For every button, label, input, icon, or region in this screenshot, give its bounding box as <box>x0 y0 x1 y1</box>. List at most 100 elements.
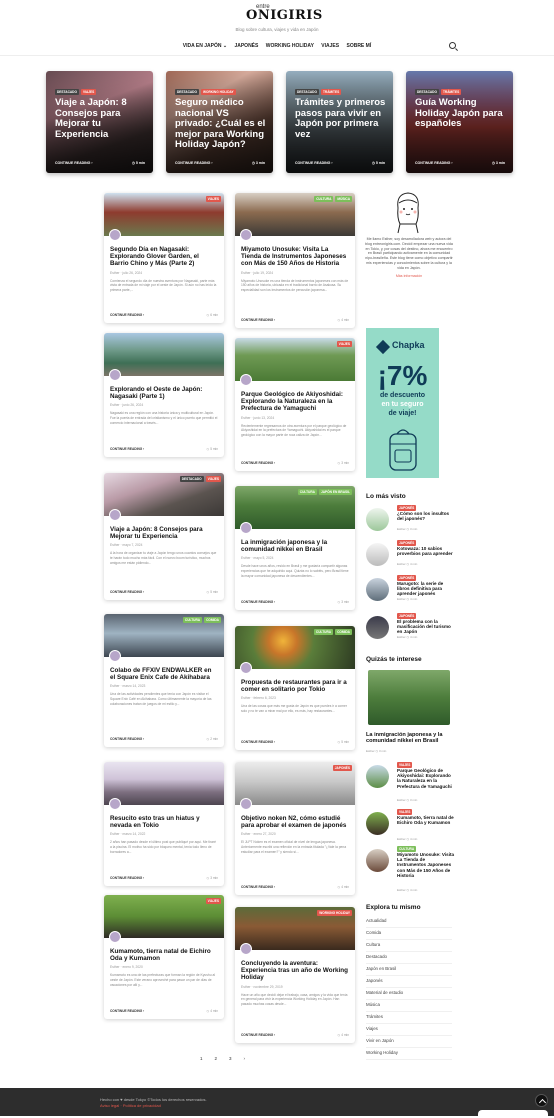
thumbnail[interactable] <box>366 812 389 835</box>
badge[interactable]: COMIDA <box>204 617 221 623</box>
featured-card[interactable]: DESTACADO VIAJES Viaje a Japón: 8 Consejo… <box>46 71 153 173</box>
post-title[interactable]: Kumamoto, tierra natal de Eichiro Oda y … <box>110 948 218 962</box>
legal-links[interactable]: Aviso legal · Política de privacidad <box>100 1103 161 1108</box>
post-author[interactable]: Esther <box>241 832 251 836</box>
continue-reading-link[interactable]: CONTINUE READING › <box>241 318 275 322</box>
featured-card[interactable]: DESTACADO TRÁMITES Guía Working Holiday J… <box>406 71 513 173</box>
post-image[interactable]: CULTURA JAPÓN EN BRASIL <box>235 486 355 529</box>
page-3[interactable]: 3 <box>229 1056 232 1061</box>
most-viewed-item[interactable]: JAPONÉS El problema con la masificación … <box>366 613 456 639</box>
post-card[interactable]: CULTURA COMIDA Colabo de FFXIV ENDWALKER … <box>104 614 224 747</box>
category-link[interactable]: Cultura <box>366 942 452 952</box>
badge[interactable]: DESTACADO <box>179 476 204 482</box>
category-link[interactable]: Japonés <box>366 978 452 988</box>
category-link[interactable]: Material de estudio <box>366 990 452 1000</box>
badge[interactable]: VIAJES <box>205 898 221 904</box>
category-link[interactable]: Actualidad <box>366 918 452 928</box>
post-image[interactable]: VIAJES <box>235 338 355 381</box>
featured-card[interactable]: DESTACADO TRÁMITES Trámites y primeros pa… <box>286 71 393 173</box>
post-image[interactable]: VIAJES <box>104 895 224 938</box>
post-author[interactable]: Esther <box>241 696 251 700</box>
category-link[interactable]: Trámites <box>366 1014 452 1024</box>
interest-item[interactable]: VIAJES Kumamoto, tierra natal de Eichiro… <box>366 809 456 841</box>
post-author[interactable]: Esther <box>110 403 120 407</box>
post-author[interactable]: Esther <box>241 556 251 560</box>
badge[interactable]: DESTACADO <box>415 89 439 95</box>
item-title[interactable]: Marugoto: la serie de libros definitiva … <box>397 581 455 597</box>
item-author[interactable]: Esther <box>397 798 406 802</box>
post-author[interactable]: Esther <box>110 684 120 688</box>
thumbnail[interactable] <box>366 508 389 531</box>
post-image[interactable]: CULTURA COMIDA <box>235 626 355 669</box>
thumbnail[interactable] <box>366 616 389 639</box>
badge[interactable]: WORKING HOLIDAY <box>317 910 352 916</box>
badge[interactable]: VIAJES <box>336 341 352 347</box>
post-card[interactable]: VIAJES Kumamoto, tierra natal de Eichiro… <box>104 895 224 1019</box>
chat-widget[interactable] <box>478 1110 548 1118</box>
badge[interactable]: COMIDA <box>335 629 352 635</box>
post-title[interactable]: Concluyendo la aventura: Experiencia tra… <box>241 960 349 982</box>
item-author[interactable]: Esther <box>397 527 406 531</box>
next-page[interactable]: › <box>244 1056 246 1061</box>
post-image[interactable]: WORKING HOLIDAY <box>235 907 355 950</box>
category-link[interactable]: Vivir en Japón <box>366 1038 452 1048</box>
item-author[interactable]: Esther <box>366 749 375 753</box>
post-title[interactable]: Viaje a Japón: 8 Consejos para Mejorar t… <box>110 526 218 540</box>
item-author[interactable]: Esther <box>397 888 406 892</box>
badge[interactable]: TRÁMITES <box>440 89 462 95</box>
featured-title[interactable]: Viaje a Japón: 8 Consejos para Mejorar t… <box>55 97 147 140</box>
badge[interactable]: DESTACADO <box>295 89 319 95</box>
interest-item[interactable]: CULTURA Miyamoto Unosuke: Visita La Tien… <box>366 846 456 892</box>
post-title[interactable]: Objetivo noken N2, cómo estudié para apr… <box>241 815 349 829</box>
continue-reading-link[interactable]: CONTINUE READING › <box>241 740 275 744</box>
continue-reading-link[interactable]: CONTINUE READING › <box>241 461 275 465</box>
page-2[interactable]: 2 <box>215 1056 218 1061</box>
thumbnail[interactable] <box>366 578 389 601</box>
post-title[interactable]: Propuesta de restaurantes para ir a come… <box>241 679 349 693</box>
badge[interactable]: CULTURA <box>313 629 334 635</box>
category-link[interactable]: Destacado <box>366 954 452 964</box>
post-image[interactable] <box>104 762 224 805</box>
chapka-ad-banner[interactable]: Chapka ¡7% de descuento en tu seguro de … <box>366 328 439 478</box>
continue-reading-link[interactable]: CONTINUE READING › <box>55 161 93 165</box>
item-title[interactable]: Kotowaza: 10 sabios proverbios para apre… <box>397 546 455 556</box>
site-logo[interactable]: entre ONIGIRIS <box>246 4 322 22</box>
thumbnail[interactable] <box>366 849 389 872</box>
badge[interactable]: CULTURA <box>182 617 203 623</box>
post-title[interactable]: La inmigración japonesa y la comunidad n… <box>241 539 349 553</box>
post-title[interactable]: Miyamoto Unosuke: Visita La Tienda de In… <box>241 246 349 268</box>
post-title[interactable]: Resucito esto tras un hiatus y nevada en… <box>110 815 218 829</box>
badge[interactable]: TRÁMITES <box>320 89 342 95</box>
nav-working-holiday[interactable]: WORKING HOLIDAY <box>266 43 314 49</box>
post-card[interactable]: Resucito esto tras un hiatus y nevada en… <box>104 762 224 886</box>
post-card[interactable]: CULTURA COMIDA Propuesta de restaurantes … <box>235 626 355 750</box>
badge[interactable]: CULTURA <box>314 196 334 202</box>
post-author[interactable]: Esther <box>241 985 251 989</box>
page-1[interactable]: 1 <box>200 1056 203 1061</box>
featured-card[interactable]: DESTACADO WORKING HOLIDAY Seguro médico n… <box>166 71 273 173</box>
post-image[interactable]: CULTURA COMIDA <box>104 614 224 657</box>
badge[interactable]: VIAJES <box>205 196 221 202</box>
interest-item[interactable]: VIAJES Parque Geológico de Akiyoshidai: … <box>366 762 456 802</box>
interest-main-title[interactable]: La inmigración japonesa y la comunidad n… <box>366 732 456 745</box>
nav-vida-en-japon[interactable]: VIDA EN JAPÓN ⌄ <box>183 43 227 49</box>
badge[interactable]: VIAJES <box>205 476 221 482</box>
continue-reading-link[interactable]: CONTINUE READING › <box>110 447 144 451</box>
badge[interactable]: DESTACADO <box>55 89 79 95</box>
post-author[interactable]: Esther <box>110 832 120 836</box>
continue-reading-link[interactable]: CONTINUE READING › <box>110 590 144 594</box>
category-link[interactable]: Working Holiday <box>366 1050 452 1060</box>
search-icon[interactable] <box>449 42 456 49</box>
continue-reading-link[interactable]: CONTINUE READING › <box>110 737 144 741</box>
badge[interactable]: WORKING HOLIDAY <box>200 89 236 95</box>
most-viewed-item[interactable]: JAPONÉS Kotowaza: 10 sabios proverbios p… <box>366 540 456 566</box>
continue-reading-link[interactable]: CONTINUE READING › <box>110 1009 144 1013</box>
badge[interactable]: DESTACADO <box>175 89 199 95</box>
featured-title[interactable]: Trámites y primeros pasos para vivir en … <box>295 97 387 140</box>
post-card[interactable]: JAPONÉS Objetivo noken N2, cómo estudié … <box>235 762 355 895</box>
continue-reading-link[interactable]: CONTINUE READING › <box>415 161 453 165</box>
continue-reading-link[interactable]: CONTINUE READING › <box>110 876 144 880</box>
post-image[interactable]: DESTACADO VIAJES <box>104 473 224 516</box>
item-author[interactable]: Esther <box>397 635 406 639</box>
post-title[interactable]: Parque Geológico de Akiyoshidai: Explora… <box>241 391 349 413</box>
